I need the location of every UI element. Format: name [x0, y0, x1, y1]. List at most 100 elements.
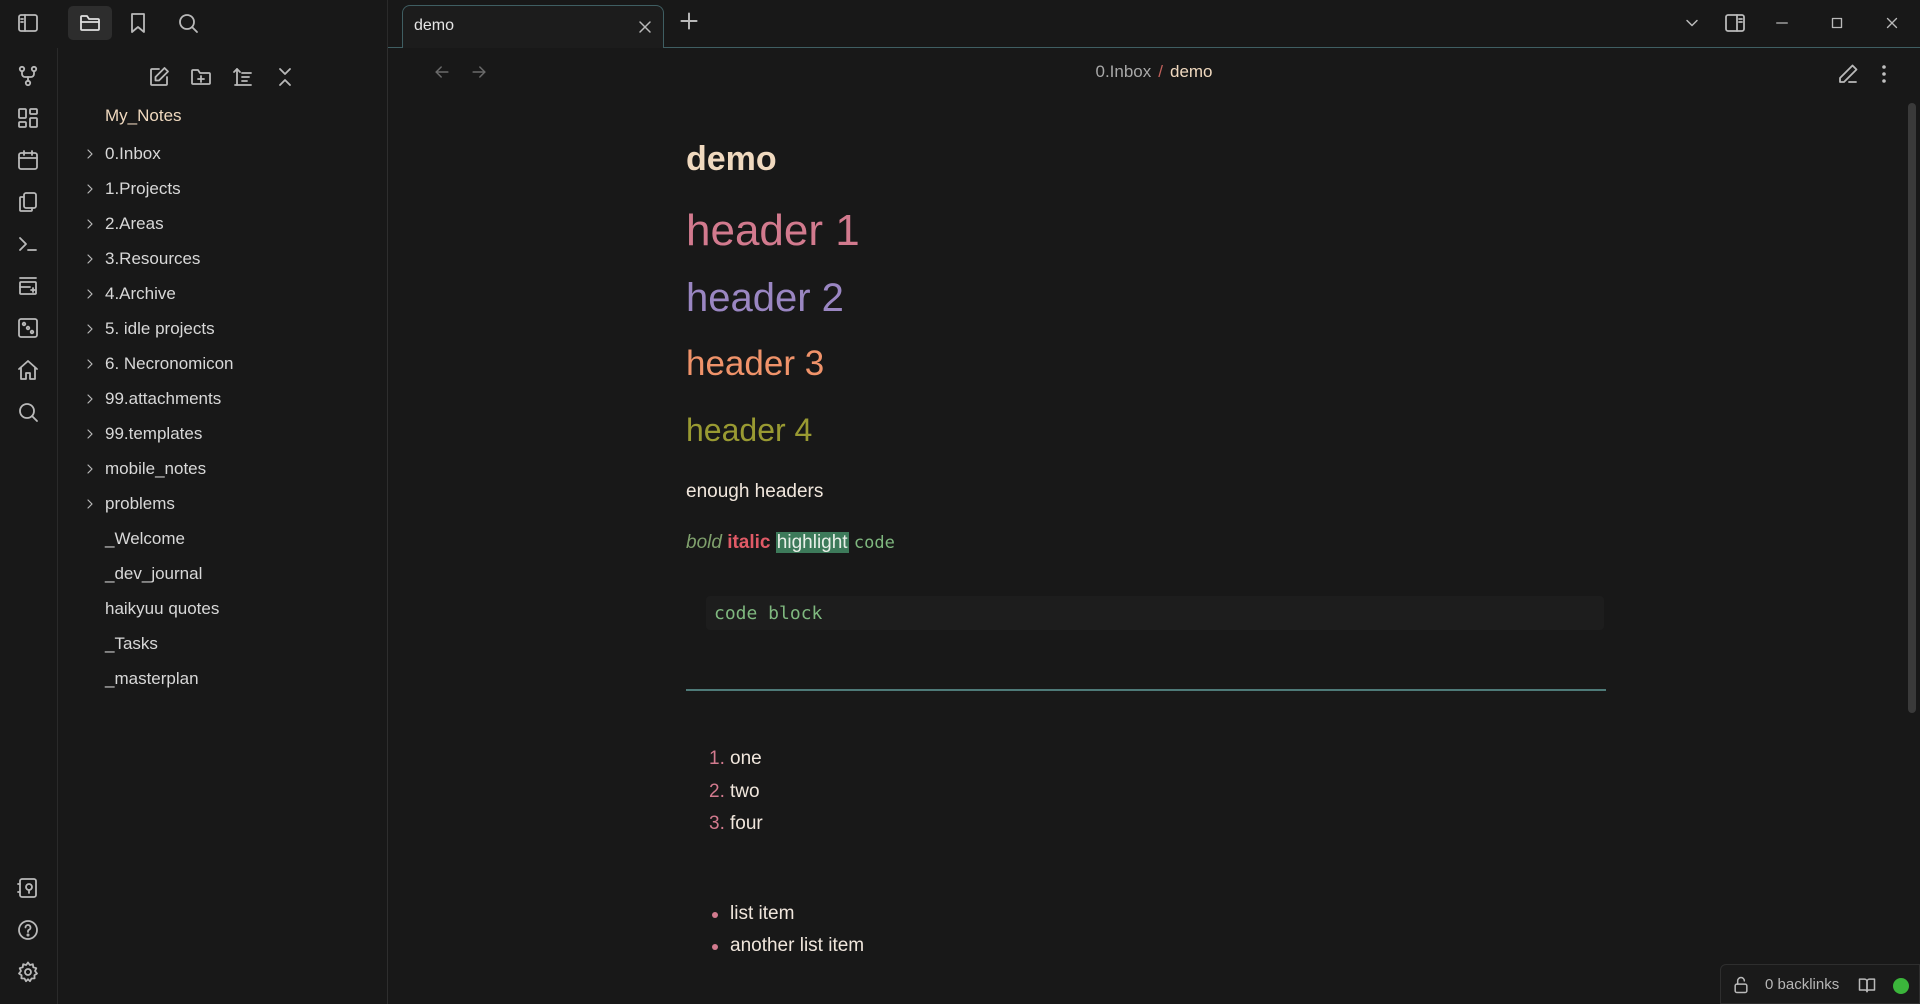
paragraph: enough headers [686, 481, 824, 502]
folder-item[interactable]: 1.Projects [58, 174, 387, 204]
more-options-icon[interactable] [1872, 62, 1896, 86]
folder-item[interactable]: 99.attachments [58, 384, 387, 414]
folder-item[interactable]: 4.Archive [58, 279, 387, 309]
chevron-right-icon [87, 359, 93, 369]
calendar-icon[interactable] [14, 146, 42, 174]
status-bar: 0 backlinks [1720, 964, 1920, 1004]
bold-text: bold [686, 532, 722, 553]
folder-label: problems [105, 494, 175, 513]
folder-item[interactable]: mobile_notes [58, 454, 387, 484]
folder-label: 5. idle projects [105, 319, 215, 338]
explorer-toolbar [58, 62, 387, 92]
settings-icon[interactable] [14, 958, 42, 986]
plus-icon[interactable] [676, 8, 702, 34]
code-block-text: code block [714, 603, 823, 624]
ordered-list-item: 2. two [686, 781, 1086, 811]
list-number: 3. [709, 813, 725, 834]
tab-demo[interactable]: demo [402, 5, 664, 48]
scrollbar[interactable] [1908, 103, 1916, 713]
bullet-icon [712, 912, 718, 918]
dice-icon[interactable] [14, 314, 42, 342]
folder-item[interactable]: 99.templates [58, 419, 387, 449]
right-sidebar-toggle-icon[interactable] [1712, 6, 1758, 40]
folder-item[interactable]: 5. idle projects [58, 314, 387, 344]
folder-label: 3.Resources [105, 249, 201, 268]
dashboard-icon[interactable] [14, 104, 42, 132]
folder-label: 99.templates [105, 424, 203, 443]
folder-label: 6. Necronomicon [105, 354, 234, 373]
bullet-icon [712, 944, 718, 950]
copy-icon[interactable] [14, 188, 42, 216]
folder-item[interactable]: problems [58, 489, 387, 519]
tab-title: demo [414, 17, 455, 34]
heading-4: header 4 [686, 412, 813, 448]
search-icon[interactable] [166, 6, 210, 40]
heading-1: header 1 [686, 206, 860, 255]
folder-item[interactable]: 2.Areas [58, 209, 387, 239]
editor-pane: 0.Inbox / demo demo header 1 header 2 head… [388, 48, 1920, 1004]
bullet-list-item: list item [686, 903, 1086, 933]
list-text: two [730, 781, 760, 802]
chevron-right-icon [87, 394, 93, 404]
bullet-list-item: another list item [686, 935, 1086, 965]
vault-switcher-icon[interactable] [14, 874, 42, 902]
close-icon[interactable] [1869, 6, 1915, 40]
file-item[interactable]: _Tasks [58, 629, 387, 659]
help-icon[interactable] [14, 916, 42, 944]
chevron-down-icon[interactable] [1669, 6, 1715, 40]
vault-name[interactable]: My_Notes [105, 106, 182, 126]
chevron-right-icon [87, 184, 93, 194]
ribbon [0, 48, 58, 1004]
edit-icon[interactable] [1836, 62, 1860, 86]
chevron-right-icon [87, 254, 93, 264]
list-text: another list item [730, 935, 865, 956]
title-bar: demo [0, 0, 1920, 49]
maximize-icon[interactable] [1814, 6, 1860, 40]
file-item[interactable]: haikyuu quotes [58, 594, 387, 624]
folder-icon[interactable] [68, 6, 112, 40]
new-note-icon[interactable] [144, 62, 174, 92]
home-icon[interactable] [14, 356, 42, 384]
note-title[interactable]: demo [686, 140, 777, 179]
sync-status-icon[interactable] [1893, 978, 1909, 994]
chevron-right-icon [87, 219, 93, 229]
file-label: _Tasks [105, 634, 158, 653]
chevron-right-icon [87, 149, 93, 159]
terminal-icon[interactable] [14, 230, 42, 258]
list-text: one [730, 748, 762, 769]
reading-view-icon[interactable] [1857, 975, 1877, 995]
folder-item[interactable]: 6. Necronomicon [58, 349, 387, 379]
file-item[interactable]: _masterplan [58, 664, 387, 694]
list-number: 2. [709, 781, 725, 802]
search-icon[interactable] [14, 398, 42, 426]
sort-icon[interactable] [228, 62, 258, 92]
minimize-icon[interactable] [1759, 6, 1805, 40]
close-icon[interactable] [635, 17, 655, 37]
file-label: haikyuu quotes [105, 599, 220, 618]
code-block: code block [706, 596, 1604, 630]
file-label: _dev_journal [105, 564, 203, 583]
folder-item[interactable]: 3.Resources [58, 244, 387, 274]
breadcrumb-parent[interactable]: 0.Inbox [1095, 62, 1151, 81]
file-label: _Welcome [105, 529, 185, 548]
folder-item[interactable]: 0.Inbox [58, 139, 387, 169]
new-folder-icon[interactable] [186, 62, 216, 92]
file-item[interactable]: _Welcome [58, 524, 387, 554]
folder-label: mobile_notes [105, 459, 207, 478]
file-explorer: My_Notes 0.Inbox 1.Projects 2.Areas 3.Re… [58, 48, 388, 1004]
sidebar-toggle-icon[interactable] [6, 6, 50, 40]
file-item[interactable]: _dev_journal [58, 559, 387, 589]
graph-icon[interactable] [14, 62, 42, 90]
backlinks-count[interactable]: 0 backlinks [1765, 976, 1839, 993]
chevron-right-icon [87, 464, 93, 474]
folder-label: 2.Areas [105, 214, 164, 233]
bookmark-icon[interactable] [116, 6, 160, 40]
heading-3: header 3 [686, 344, 825, 383]
breadcrumb-separator: / [1158, 62, 1163, 81]
breadcrumb-current[interactable]: demo [1170, 62, 1213, 81]
inline-code: code [853, 533, 895, 553]
kanban-icon[interactable] [14, 272, 42, 300]
collapse-all-icon[interactable] [270, 62, 300, 92]
ordered-list-item: 3. four [686, 813, 1086, 843]
lock-icon[interactable] [1731, 975, 1751, 995]
